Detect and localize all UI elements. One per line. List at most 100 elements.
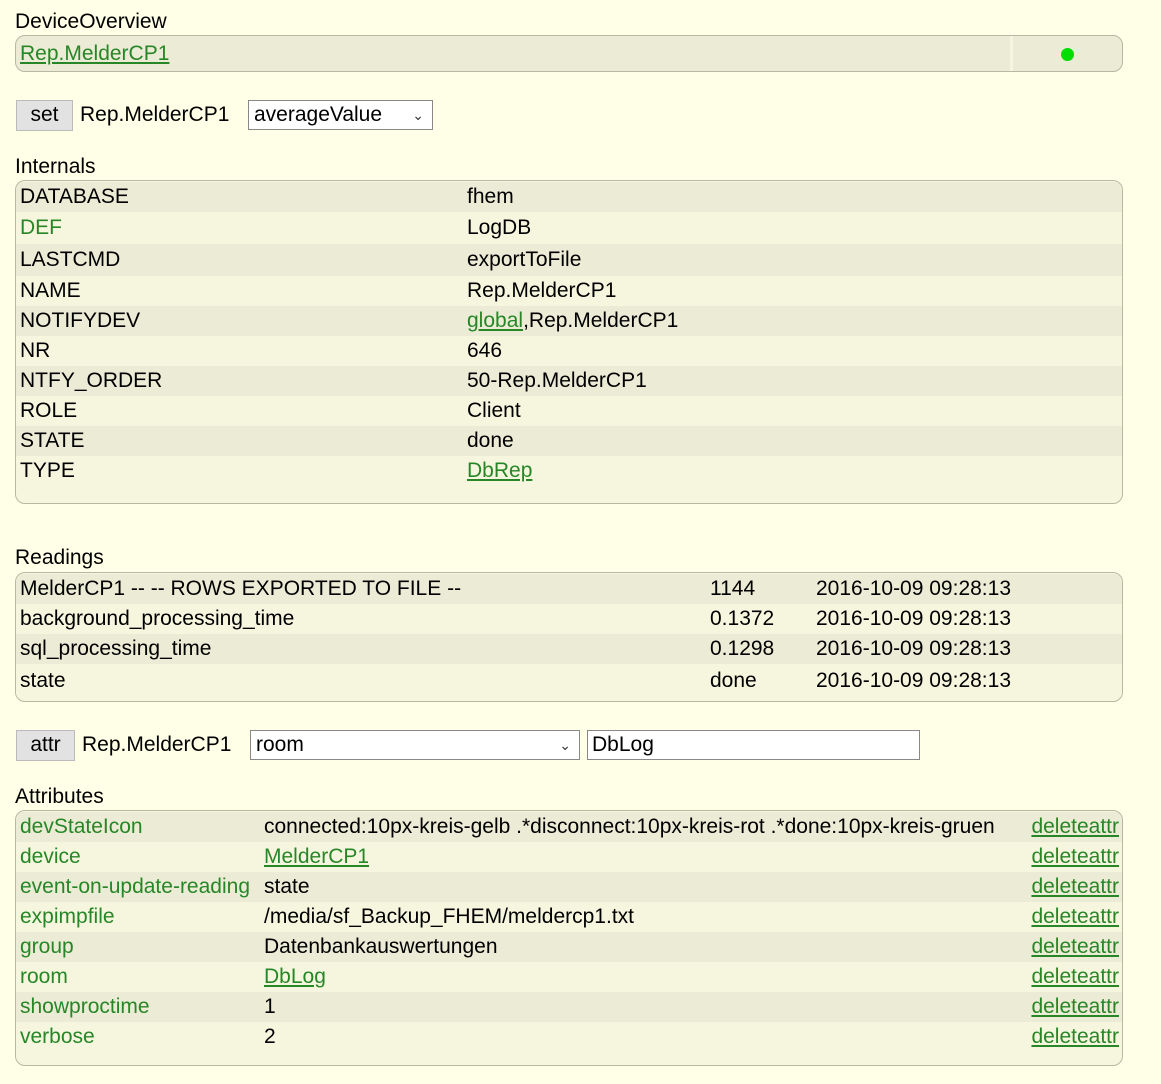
reading-name: sql_processing_time <box>16 634 706 664</box>
internals-title: Internals <box>15 155 96 178</box>
reading-value: 1144 <box>706 574 812 604</box>
internal-key: NR <box>16 336 463 366</box>
internal-key: NAME <box>16 276 463 306</box>
internal-row: NTFY_ORDER 50-Rep.MelderCP1 <box>16 366 1122 396</box>
attribute-value: /media/sf_Backup_FHEM/meldercp1.txt <box>260 902 1025 932</box>
reading-name: state <box>16 664 706 697</box>
internal-value: exportToFile <box>463 244 1122 276</box>
device-overview-panel: Rep.MelderCP1 <box>15 35 1123 72</box>
internal-row: DEF LogDB <box>16 212 1122 244</box>
internal-row: ROLE Client <box>16 396 1122 426</box>
internal-key: ROLE <box>16 396 463 426</box>
chevron-down-icon: ⌄ <box>412 107 424 123</box>
device-overview-title: DeviceOverview <box>15 10 167 33</box>
attribute-name[interactable]: group <box>16 932 260 962</box>
internal-key: TYPE <box>16 456 463 486</box>
chevron-down-icon: ⌄ <box>559 737 571 753</box>
internals-table: DATABASE fhem DEF LogDB LASTCMD exportTo… <box>15 180 1123 504</box>
type-link[interactable]: DbRep <box>467 459 532 482</box>
reading-timestamp: 2016-10-09 09:28:13 <box>812 574 1122 604</box>
reading-timestamp: 2016-10-09 09:28:13 <box>812 664 1122 697</box>
internal-key-def-link[interactable]: DEF <box>20 216 62 239</box>
internal-key: LASTCMD <box>16 244 463 276</box>
attribute-value: 1 <box>260 992 1025 1022</box>
attr-button[interactable]: attr <box>16 730 75 761</box>
device-link[interactable]: Rep.MelderCP1 <box>20 42 169 65</box>
set-device-label: Rep.MelderCP1 <box>80 103 230 126</box>
attr-name-select[interactable]: room ⌄ <box>250 730 580 760</box>
attribute-name[interactable]: verbose <box>16 1022 260 1052</box>
attribute-row: group Datenbankauswertungen deleteattr <box>16 932 1122 962</box>
set-command-value: averageValue <box>254 103 383 126</box>
internal-value: Rep.MelderCP1 <box>463 276 1122 306</box>
attribute-row: showproctime 1 deleteattr <box>16 992 1122 1022</box>
reading-row: sql_processing_time 0.1298 2016-10-09 09… <box>16 634 1122 664</box>
notifydev-global-link[interactable]: global <box>467 309 523 332</box>
deleteattr-link[interactable]: deleteattr <box>1031 995 1119 1018</box>
internal-value: global,Rep.MelderCP1 <box>463 306 1122 336</box>
internal-value: DbRep <box>463 456 1122 486</box>
room-value-link[interactable]: DbLog <box>264 965 326 988</box>
attribute-value: 2 <box>260 1022 1025 1052</box>
reading-name: background_processing_time <box>16 604 706 634</box>
set-button[interactable]: set <box>16 100 73 131</box>
internal-row: NAME Rep.MelderCP1 <box>16 276 1122 306</box>
internal-key: NOTIFYDEV <box>16 306 463 336</box>
reading-timestamp: 2016-10-09 09:28:13 <box>812 634 1122 664</box>
attribute-row: device MelderCP1 deleteattr <box>16 842 1122 872</box>
attr-name-value: room <box>256 733 304 756</box>
attribute-value: state <box>260 872 1025 902</box>
attribute-row: expimpfile /media/sf_Backup_FHEM/melderc… <box>16 902 1122 932</box>
attribute-name[interactable]: device <box>16 842 260 872</box>
attr-device-label: Rep.MelderCP1 <box>82 733 232 756</box>
attribute-value: Datenbankauswertungen <box>260 932 1025 962</box>
attribute-value: MelderCP1 <box>260 842 1025 872</box>
internal-value: done <box>463 426 1122 456</box>
readings-title: Readings <box>15 546 104 569</box>
internal-key: STATE <box>16 426 463 456</box>
device-value-link[interactable]: MelderCP1 <box>264 845 369 868</box>
attribute-name[interactable]: devStateIcon <box>16 812 260 842</box>
notifydev-rest: ,Rep.MelderCP1 <box>523 309 679 332</box>
deleteattr-link[interactable]: deleteattr <box>1031 1025 1119 1048</box>
internal-value: 50-Rep.MelderCP1 <box>463 366 1122 396</box>
attributes-title: Attributes <box>15 785 104 808</box>
attribute-name[interactable]: showproctime <box>16 992 260 1022</box>
attr-value-input[interactable]: DbLog <box>587 730 920 760</box>
attribute-row: room DbLog deleteattr <box>16 962 1122 992</box>
reading-value: 0.1372 <box>706 604 812 634</box>
internal-value: LogDB <box>463 212 1122 244</box>
reading-timestamp: 2016-10-09 09:28:13 <box>812 604 1122 634</box>
reading-name: MelderCP1 -- -- ROWS EXPORTED TO FILE -- <box>16 574 706 604</box>
reading-row: background_processing_time 0.1372 2016-1… <box>16 604 1122 634</box>
reading-value: 0.1298 <box>706 634 812 664</box>
attribute-row: event-on-update-reading state deleteattr <box>16 872 1122 902</box>
deleteattr-link[interactable]: deleteattr <box>1031 815 1119 838</box>
deleteattr-link[interactable]: deleteattr <box>1031 905 1119 928</box>
deleteattr-link[interactable]: deleteattr <box>1031 875 1119 898</box>
attribute-name[interactable]: expimpfile <box>16 902 260 932</box>
internal-row: NOTIFYDEV global,Rep.MelderCP1 <box>16 306 1122 336</box>
deleteattr-link[interactable]: deleteattr <box>1031 845 1119 868</box>
internal-row: TYPE DbRep <box>16 456 1122 486</box>
readings-table: MelderCP1 -- -- ROWS EXPORTED TO FILE --… <box>15 572 1123 702</box>
attribute-row: verbose 2 deleteattr <box>16 1022 1122 1052</box>
internal-value: fhem <box>463 182 1122 212</box>
reading-value: done <box>706 664 812 697</box>
attribute-row: devStateIcon connected:10px-kreis-gelb .… <box>16 812 1122 842</box>
attributes-table: devStateIcon connected:10px-kreis-gelb .… <box>15 810 1123 1066</box>
internal-value: Client <box>463 396 1122 426</box>
attribute-value: DbLog <box>260 962 1025 992</box>
internal-row: STATE done <box>16 426 1122 456</box>
internal-row: LASTCMD exportToFile <box>16 244 1122 276</box>
internal-row: NR 646 <box>16 336 1122 366</box>
deleteattr-link[interactable]: deleteattr <box>1031 965 1119 988</box>
attribute-value: connected:10px-kreis-gelb .*disconnect:1… <box>260 812 1025 842</box>
reading-row: state done 2016-10-09 09:28:13 <box>16 664 1122 697</box>
attribute-name[interactable]: event-on-update-reading <box>16 872 260 902</box>
state-indicator-icon[interactable] <box>1061 47 1074 61</box>
deleteattr-link[interactable]: deleteattr <box>1031 935 1119 958</box>
set-command-select[interactable]: averageValue ⌄ <box>248 100 433 130</box>
internal-key: NTFY_ORDER <box>16 366 463 396</box>
attribute-name[interactable]: room <box>16 962 260 992</box>
